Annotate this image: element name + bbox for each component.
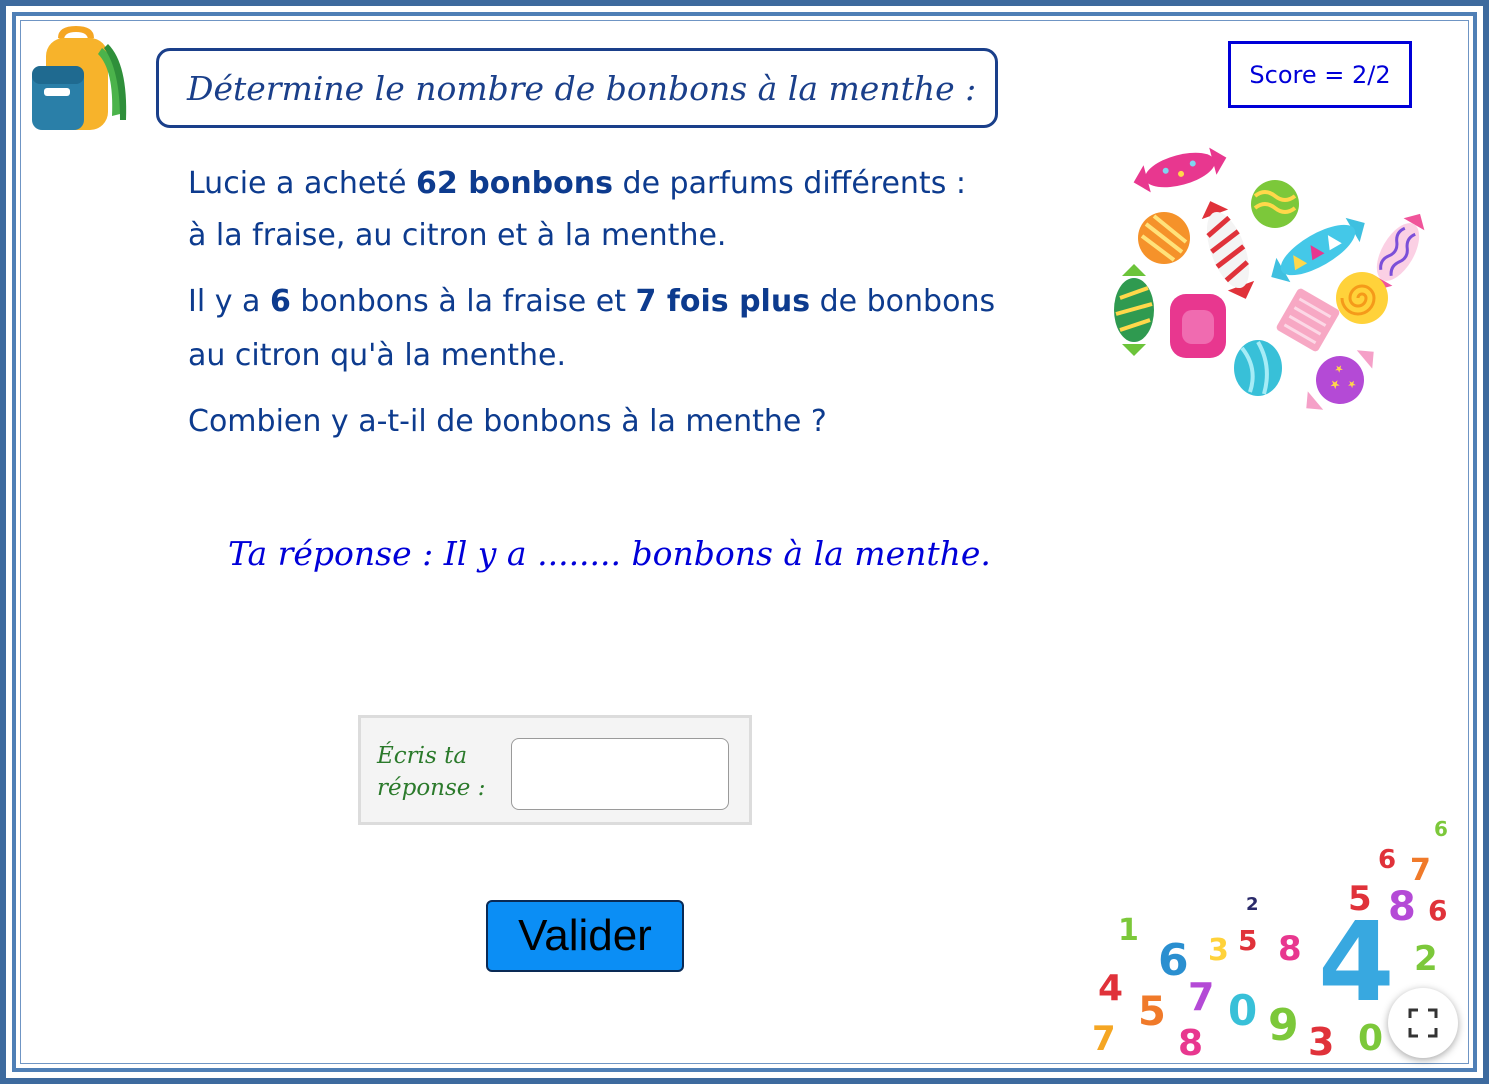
svg-text:9: 9 bbox=[1268, 1000, 1299, 1051]
svg-text:6: 6 bbox=[1158, 935, 1189, 986]
instruction-title: Détermine le nombre de bonbons à la ment… bbox=[187, 68, 977, 108]
validate-button[interactable]: Valider bbox=[486, 900, 684, 972]
svg-text:2: 2 bbox=[1246, 894, 1259, 915]
answer-label-line: Écris ta bbox=[377, 743, 468, 769]
svg-text:5: 5 bbox=[1238, 924, 1257, 957]
candies-illustration: ★ ★ ★ bbox=[1114, 147, 1425, 410]
fullscreen-icon bbox=[1408, 1008, 1438, 1038]
instruction-box: Détermine le nombre de bonbons à la ment… bbox=[156, 48, 998, 128]
backpack-icon bbox=[32, 26, 127, 130]
score-box: Score = 2/2 bbox=[1228, 41, 1412, 108]
svg-text:6: 6 bbox=[1428, 894, 1447, 927]
svg-text:4: 4 bbox=[1098, 968, 1123, 1009]
problem-line-2: à la fraise, au citron et à la menthe. bbox=[188, 218, 727, 253]
svg-text:0: 0 bbox=[1358, 1018, 1383, 1059]
svg-text:2: 2 bbox=[1414, 939, 1438, 979]
problem-highlight: 6 bbox=[269, 284, 291, 319]
problem-line-4: au citron qu'à la menthe. bbox=[188, 338, 567, 373]
svg-text:3: 3 bbox=[1208, 933, 1229, 968]
svg-text:8: 8 bbox=[1178, 1023, 1203, 1060]
svg-text:4: 4 bbox=[1318, 898, 1395, 1026]
problem-highlight: 7 fois plus bbox=[635, 284, 811, 319]
answer-sentence: Ta réponse : Il y a ........ bonbons à l… bbox=[228, 534, 991, 573]
fullscreen-button[interactable] bbox=[1388, 988, 1458, 1058]
problem-text: de parfums différents : bbox=[612, 166, 966, 201]
problem-text: bonbons à la fraise et bbox=[290, 284, 636, 319]
answer-panel: Écris ta réponse : bbox=[358, 715, 752, 825]
answer-label-line: réponse : bbox=[377, 775, 486, 801]
problem-text: Lucie a acheté bbox=[188, 166, 417, 201]
answer-input[interactable] bbox=[511, 738, 729, 810]
score-label: Score = 2/2 bbox=[1249, 60, 1391, 89]
problem-highlight: 62 bonbons bbox=[416, 166, 613, 201]
svg-text:6: 6 bbox=[1378, 845, 1396, 875]
problem-text: de bonbons bbox=[810, 284, 996, 319]
problem-line-1: Lucie a acheté 62 bonbons de parfums dif… bbox=[188, 166, 966, 201]
problem-text: Il y a bbox=[188, 284, 270, 319]
svg-text:7: 7 bbox=[1410, 853, 1431, 888]
svg-text:7: 7 bbox=[1188, 975, 1214, 1019]
svg-text:7: 7 bbox=[1092, 1019, 1116, 1059]
svg-text:3: 3 bbox=[1308, 1020, 1334, 1060]
answer-input-label: Écris ta réponse : bbox=[377, 740, 485, 804]
svg-text:6: 6 bbox=[1434, 817, 1448, 841]
svg-text:1: 1 bbox=[1118, 913, 1139, 948]
svg-text:5: 5 bbox=[1138, 989, 1166, 1035]
problem-line-3: Il y a 6 bonbons à la fraise et 7 fois p… bbox=[188, 284, 995, 319]
problem-question: Combien y a-t-il de bonbons à la menthe … bbox=[188, 404, 827, 439]
svg-text:8: 8 bbox=[1278, 929, 1302, 969]
svg-text:0: 0 bbox=[1228, 986, 1257, 1035]
